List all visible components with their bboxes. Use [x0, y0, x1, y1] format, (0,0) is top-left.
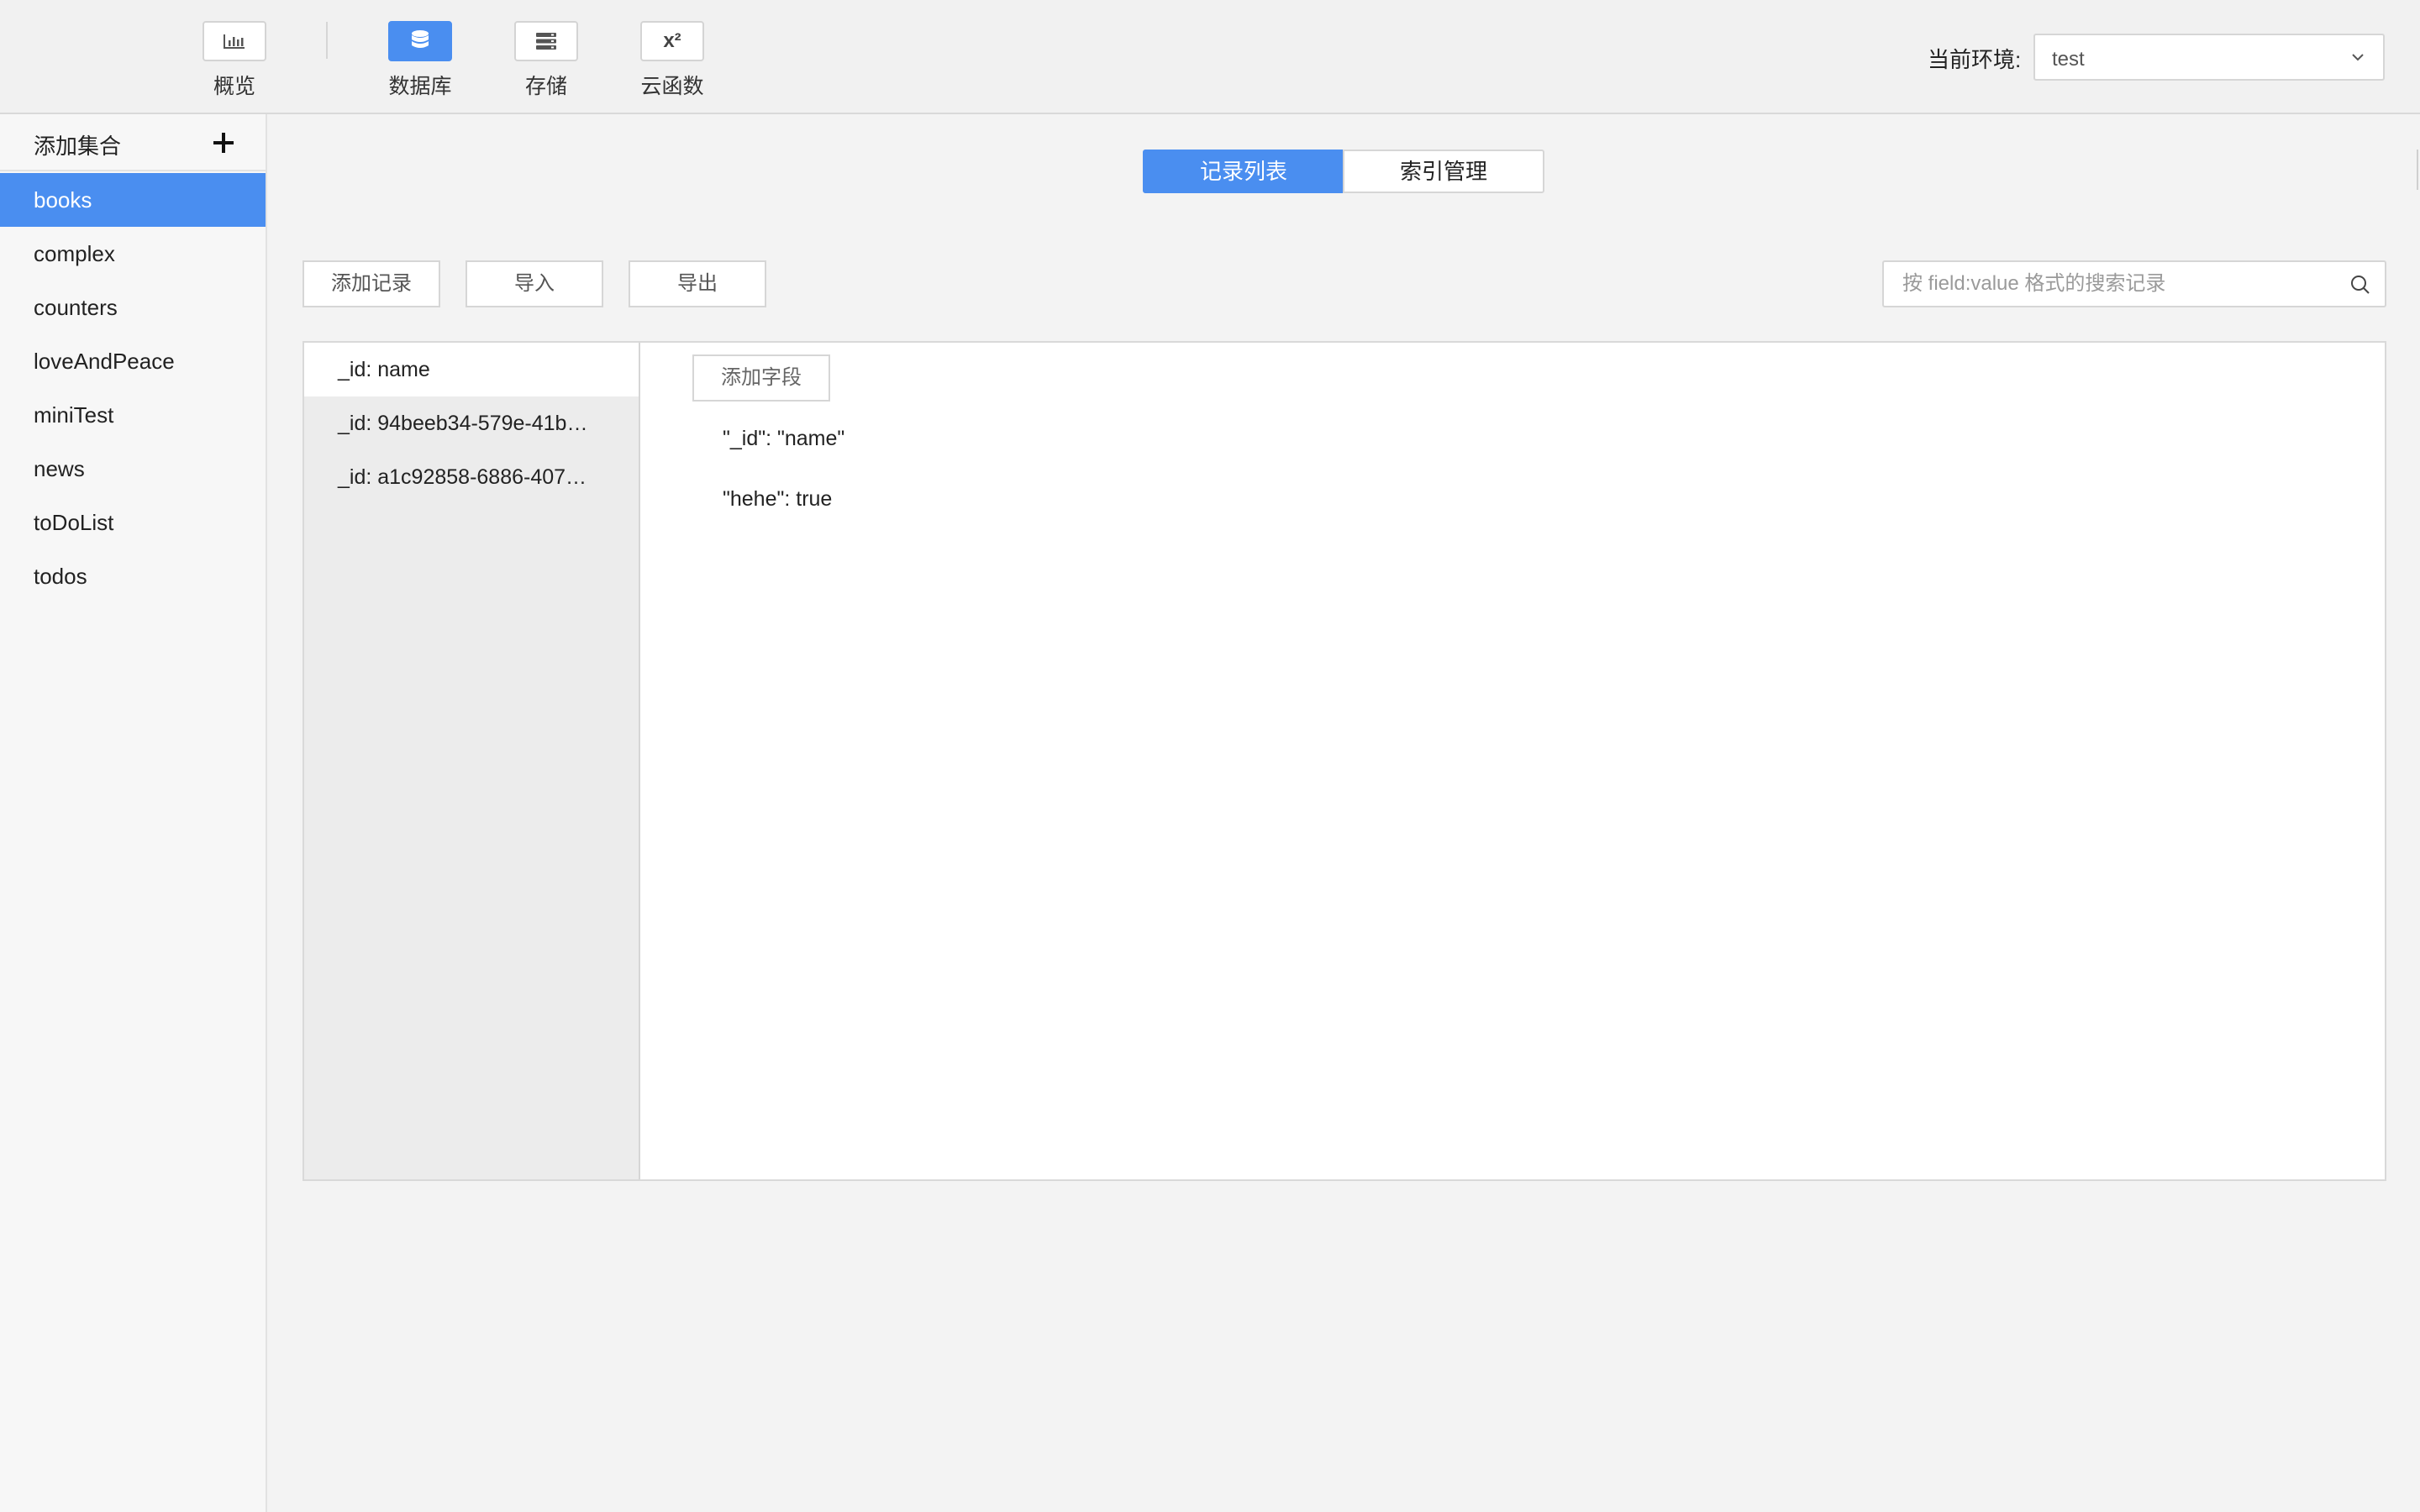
storage-icon: [536, 33, 556, 50]
collection-item[interactable]: books: [0, 173, 266, 227]
collection-item[interactable]: miniTest: [0, 388, 266, 442]
add-collection-button[interactable]: 添加集合: [0, 114, 266, 171]
record-field[interactable]: "_id": "name": [723, 427, 844, 451]
nav-overview[interactable]: 概览: [188, 21, 281, 100]
nav-cloud-functions-icon-box: x²: [640, 21, 704, 61]
scroll-edge-marker: [2417, 150, 2418, 190]
nav-storage-icon-box: [514, 21, 578, 61]
record-field[interactable]: "hehe": true: [723, 487, 832, 512]
record-item[interactable]: _id: a1c92858-6886-407…: [304, 450, 639, 504]
record-item[interactable]: _id: 94beeb34-579e-41b…: [304, 396, 639, 450]
add-collection-label: 添加集合: [34, 134, 122, 159]
records-panel: _id: name _id: 94beeb34-579e-41b… _id: a…: [302, 341, 2386, 1181]
export-button[interactable]: 导出: [629, 260, 766, 307]
environment-select[interactable]: test: [2033, 34, 2385, 81]
plus-icon: [213, 133, 234, 153]
add-record-button[interactable]: 添加记录: [302, 260, 440, 307]
nav-storage-label: 存储: [524, 75, 567, 98]
function-icon: x²: [663, 29, 681, 52]
collection-item[interactable]: toDoList: [0, 496, 266, 549]
nav-divider: [326, 22, 328, 59]
import-button[interactable]: 导入: [466, 260, 603, 307]
nav-database-icon-box: [388, 21, 452, 61]
record-item[interactable]: _id: name: [304, 343, 639, 396]
nav-cloud-functions-label: 云函数: [640, 75, 704, 98]
collection-item[interactable]: news: [0, 442, 266, 496]
database-icon: [412, 30, 429, 48]
nav-storage[interactable]: 存储: [500, 21, 592, 100]
collection-item[interactable]: todos: [0, 549, 266, 603]
nav-overview-icon-box: [203, 21, 266, 61]
bar-chart-icon: [224, 34, 245, 49]
add-field-button[interactable]: 添加字段: [692, 354, 830, 402]
environment-label: 当前环境:: [1928, 47, 2022, 72]
environment-value: test: [2052, 48, 2085, 71]
nav-database[interactable]: 数据库: [374, 21, 466, 100]
search-icon[interactable]: [2349, 274, 2371, 296]
top-navigation-bar: 概览 数据库 存储 x² 云函数 当前环境: test: [0, 0, 2420, 114]
nav-overview-label: 概览: [213, 75, 255, 98]
tab-index-management[interactable]: 索引管理: [1343, 150, 1544, 193]
collection-item[interactable]: complex: [0, 227, 266, 281]
nav-cloud-functions[interactable]: x² 云函数: [626, 21, 718, 100]
nav-database-label: 数据库: [388, 75, 452, 98]
tab-record-list[interactable]: 记录列表: [1143, 150, 1344, 193]
collection-item[interactable]: loveAndPeace: [0, 334, 266, 388]
collection-item[interactable]: counters: [0, 281, 266, 334]
collections-sidebar: 添加集合 books complex counters loveAndPeace…: [0, 114, 267, 1512]
record-detail: 添加字段 "_id": "name" "hehe": true: [640, 343, 2385, 1179]
record-list: _id: name _id: 94beeb34-579e-41b… _id: a…: [304, 343, 640, 1179]
chevron-down-icon: [2352, 54, 2364, 61]
search-input[interactable]: [1884, 262, 2338, 306]
record-search: [1882, 260, 2386, 307]
